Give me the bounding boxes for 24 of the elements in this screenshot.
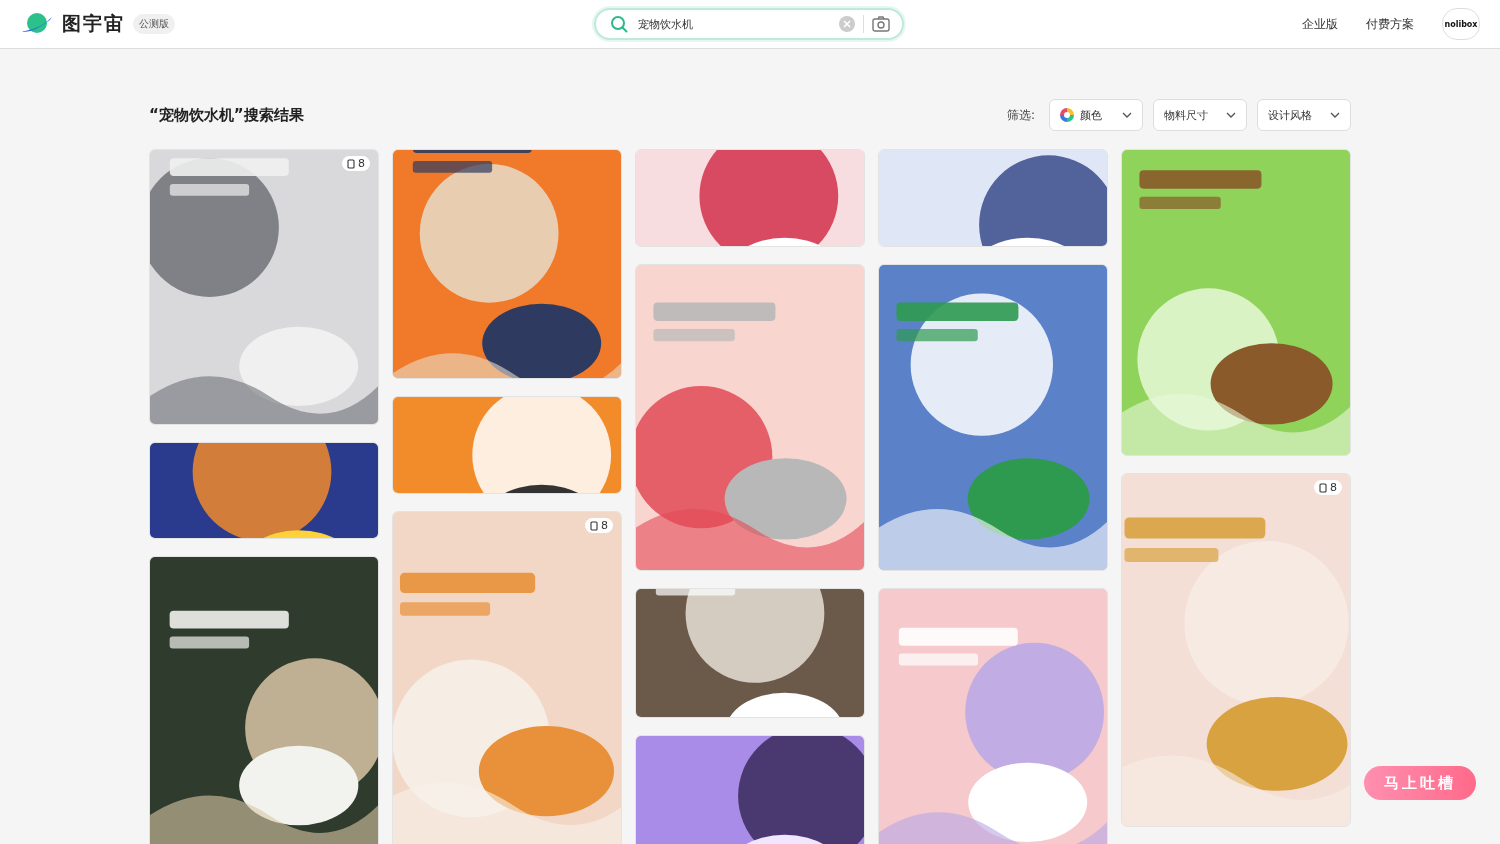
filter-label: 筛选: bbox=[1006, 106, 1035, 124]
search-field[interactable]: 宠物饮水机 bbox=[594, 8, 904, 40]
beta-badge: 公测版 bbox=[133, 14, 175, 34]
filter-dropdown[interactable]: 颜色 bbox=[1049, 99, 1143, 131]
page-count: 8 bbox=[358, 157, 365, 170]
nav-link[interactable]: 付费方案 bbox=[1366, 15, 1414, 33]
chevron-down-icon bbox=[1226, 112, 1236, 118]
chevron-down-icon bbox=[1330, 112, 1340, 118]
avatar[interactable]: nolibox bbox=[1442, 8, 1480, 40]
pages-icon bbox=[590, 520, 599, 531]
pages-icon bbox=[347, 158, 356, 169]
chevron-down-icon bbox=[1122, 112, 1132, 118]
search-input[interactable]: 宠物饮水机 bbox=[636, 16, 831, 32]
camera-icon[interactable] bbox=[872, 16, 890, 32]
page-count: 8 bbox=[601, 519, 608, 532]
logo-text[interactable]: 图宇宙 bbox=[62, 11, 125, 37]
filter-dropdown[interactable]: 物料尺寸 bbox=[1153, 99, 1247, 131]
nav-link[interactable]: 企业版 bbox=[1302, 15, 1338, 33]
pages-icon bbox=[1319, 482, 1328, 493]
color-wheel-icon bbox=[1060, 108, 1074, 122]
filter-dropdown[interactable]: 设计风格 bbox=[1257, 99, 1351, 131]
page-count: 8 bbox=[1330, 481, 1337, 494]
search-icon bbox=[610, 15, 628, 33]
results-title: “宠物饮水机”搜索结果 bbox=[149, 105, 304, 125]
